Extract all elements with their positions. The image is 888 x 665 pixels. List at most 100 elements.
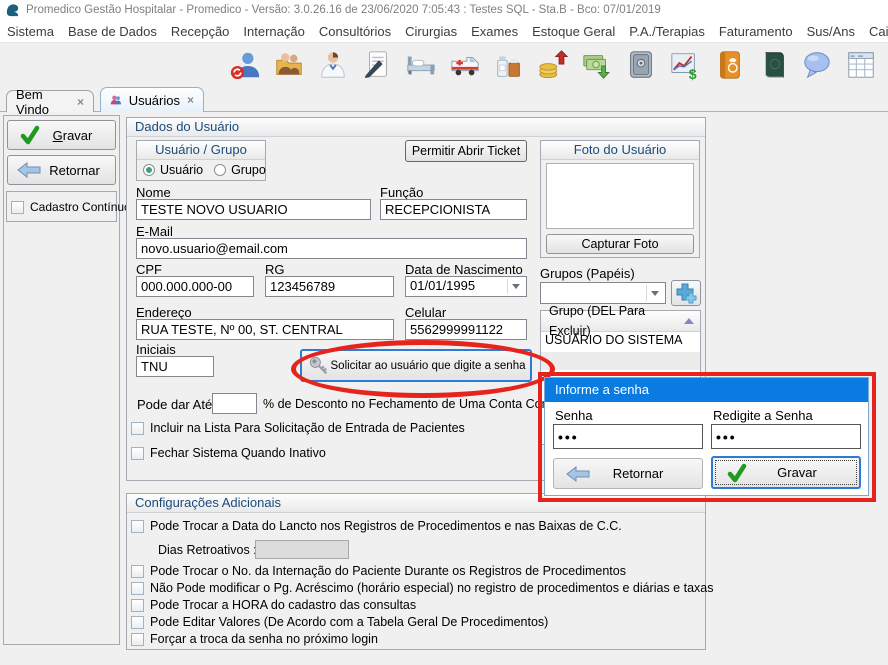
capturar-foto-label: Capturar Foto — [581, 237, 658, 251]
menu-internacao[interactable]: Internação — [236, 24, 311, 39]
dados-usuario-group-title: Dados do Usuário — [127, 118, 705, 137]
key-icon — [308, 355, 330, 377]
arrow-left-icon — [17, 162, 41, 178]
dialog-retornar-label: Retornar — [613, 466, 664, 481]
config-checkbox-no-internacao[interactable]: Pode Trocar o No. da Internação do Pacie… — [131, 564, 626, 578]
safe-icon — [625, 49, 657, 81]
config-checkbox-editar-valores[interactable]: Pode Editar Valores (De Acordo com a Tab… — [131, 615, 548, 629]
grupo-list-item[interactable]: USUÁRIO DO SISTEMA — [541, 332, 700, 352]
toolbar-button-user-sync[interactable] — [228, 48, 262, 82]
cadastro-continuo-checkbox-box[interactable] — [11, 201, 24, 214]
toolbar-button-finance-chart[interactable]: $ — [668, 48, 702, 82]
dialog-gravar-button[interactable]: Gravar — [711, 456, 861, 489]
menu-estoque-geral[interactable]: Estoque Geral — [525, 24, 622, 39]
menu-sus-ans[interactable]: Sus/Ans — [800, 24, 862, 39]
permitir-abrir-ticket-label: Permitir Abrir Ticket — [412, 144, 520, 158]
retornar-button-label: Retornar — [49, 163, 100, 178]
menu-pa-terapias[interactable]: P.A./Terapias — [622, 24, 712, 39]
tab-bem-vindo-close-icon[interactable]: × — [77, 95, 84, 109]
radio-grupo[interactable] — [214, 164, 226, 176]
sort-asc-icon — [684, 318, 694, 324]
grupo-list-header[interactable]: Grupo (DEL Para Excluir) — [541, 311, 700, 332]
retornar-button[interactable]: Retornar — [7, 155, 116, 185]
data-nascimento-label: Data de Nascimento — [405, 262, 523, 277]
menu-cirurgias[interactable]: Cirurgias — [398, 24, 464, 39]
nome-label: Nome — [136, 185, 171, 200]
incluir-lista-checkbox-box[interactable] — [131, 422, 144, 435]
cadastro-continuo-checkbox[interactable]: Cadastro Contínuo — [11, 200, 131, 214]
capturar-foto-button[interactable]: Capturar Foto — [546, 234, 694, 254]
config-checkbox-no-internacao-box[interactable] — [131, 565, 144, 578]
toolbar-button-ambulance[interactable] — [448, 48, 482, 82]
tab-usuarios-close-icon[interactable]: × — [187, 93, 194, 107]
menu-bar: Sistema Base de Dados Recepção Internaçã… — [0, 20, 888, 43]
desconto-input[interactable] — [212, 393, 257, 414]
toolbar-button-patients[interactable] — [272, 48, 306, 82]
fechar-sistema-checkbox-box[interactable] — [131, 447, 144, 460]
toolbar-button-report-grid[interactable] — [844, 48, 878, 82]
toolbar-button-safe[interactable] — [624, 48, 658, 82]
config-checkbox-editar-valores-box[interactable] — [131, 616, 144, 629]
tab-usuarios[interactable]: Usuários × — [100, 87, 204, 112]
menu-consultorios[interactable]: Consultórios — [312, 24, 398, 39]
config-checkbox-hora-consultas-box[interactable] — [131, 599, 144, 612]
data-nascimento-value: 01/01/1995 — [410, 278, 475, 293]
menu-base-de-dados[interactable]: Base de Dados — [61, 24, 164, 39]
config-checkbox-no-internacao-label: Pode Trocar o No. da Internação do Pacie… — [150, 564, 626, 578]
toolbar-button-doctor[interactable] — [316, 48, 350, 82]
cpf-input[interactable] — [136, 276, 254, 297]
senha-input[interactable] — [553, 424, 703, 449]
celular-input[interactable] — [405, 319, 527, 340]
fechar-sistema-checkbox[interactable]: Fechar Sistema Quando Inativo — [131, 446, 326, 460]
menu-sistema[interactable]: Sistema — [0, 24, 61, 39]
grupos-papeis-dropdown-icon[interactable] — [646, 285, 663, 301]
toolbar-button-hospital-bed[interactable] — [404, 48, 438, 82]
config-checkbox-forcar-troca-senha-box[interactable] — [131, 633, 144, 646]
data-nascimento-dropdown-icon[interactable] — [507, 279, 524, 294]
usuario-grupo-box: Usuário / Grupo Usuário Grupo — [136, 140, 266, 181]
menu-exames[interactable]: Exames — [464, 24, 525, 39]
toolbar-button-phone-book[interactable] — [712, 48, 746, 82]
config-adicionais-title: Configurações Adicionais — [127, 494, 705, 513]
tab-bem-vindo[interactable]: Bem Vindo × — [6, 90, 94, 112]
toolbar-button-money-in[interactable] — [536, 48, 570, 82]
menu-caixa[interactable]: Caixa — [862, 24, 888, 39]
dias-retroativos-input[interactable] — [255, 540, 349, 559]
gravar-button[interactable]: Gravar — [7, 120, 116, 150]
cadastro-continuo-label: Cadastro Contínuo — [30, 200, 131, 214]
email-input[interactable] — [136, 238, 527, 259]
check-icon — [20, 125, 40, 145]
usuario-grupo-title: Usuário / Grupo — [137, 141, 265, 160]
config-checkbox-forcar-troca-senha[interactable]: Forçar a troca da senha no próximo login — [131, 632, 378, 646]
gravar-button-label: Gravar — [53, 128, 93, 143]
toolbar-button-prescription[interactable] — [360, 48, 394, 82]
toolbar-button-chat[interactable] — [800, 48, 834, 82]
config-checkbox-data-lancto[interactable]: Pode Trocar a Data do Lancto nos Registr… — [131, 519, 622, 533]
dialog-retornar-button[interactable]: Retornar — [553, 458, 703, 489]
data-nascimento-combobox[interactable]: 01/01/1995 — [405, 276, 527, 297]
solicitar-senha-button[interactable]: Solicitar ao usuário que digite a senha — [300, 349, 532, 382]
permitir-abrir-ticket-button[interactable]: Permitir Abrir Ticket — [405, 140, 527, 162]
redigite-senha-input[interactable] — [711, 424, 861, 449]
nome-input[interactable] — [136, 199, 371, 220]
toolbar-button-ledger-book[interactable] — [756, 48, 790, 82]
menu-faturamento[interactable]: Faturamento — [712, 24, 800, 39]
iniciais-input[interactable] — [136, 356, 214, 377]
toolbar-button-pharmacy[interactable] — [492, 48, 526, 82]
redigite-senha-label: Redigite a Senha — [713, 408, 813, 423]
funcao-input[interactable] — [380, 199, 527, 220]
doctor-icon — [317, 49, 349, 81]
config-checkbox-pg-acrescimo-label: Não Pode modificar o Pg. Acréscimo (horá… — [150, 581, 713, 595]
toolbar-button-money-out[interactable] — [580, 48, 614, 82]
radio-usuario[interactable] — [143, 164, 155, 176]
desconto-sufixo-label: % de Desconto no Fechamento de Uma Conta… — [263, 397, 574, 411]
config-checkbox-pg-acrescimo-box[interactable] — [131, 582, 144, 595]
config-checkbox-data-lancto-box[interactable] — [131, 520, 144, 533]
rg-input[interactable] — [265, 276, 394, 297]
config-checkbox-hora-consultas[interactable]: Pode Trocar a HORA do cadastro das consu… — [131, 598, 416, 612]
endereco-input[interactable] — [136, 319, 394, 340]
menu-recepcao[interactable]: Recepção — [164, 24, 237, 39]
incluir-lista-checkbox[interactable]: Incluir na Lista Para Solicitação de Ent… — [131, 421, 465, 435]
dialog-arrow-left-icon — [566, 466, 590, 482]
config-checkbox-pg-acrescimo[interactable]: Não Pode modificar o Pg. Acréscimo (horá… — [131, 581, 713, 595]
